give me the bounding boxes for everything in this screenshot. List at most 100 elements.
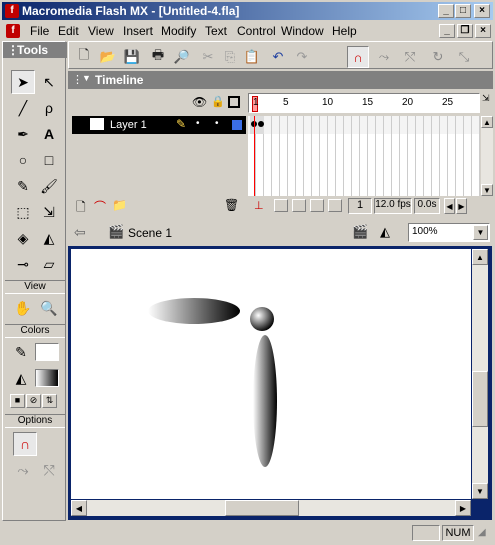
- visibility-dot[interactable]: •: [196, 118, 200, 129]
- timeline-vscroll[interactable]: ▲ ▼: [481, 116, 493, 196]
- title-bar[interactable]: f Macromedia Flash MX - [Untitled-4.fla]…: [2, 2, 493, 20]
- pen-tool[interactable]: ✒: [11, 122, 35, 146]
- layer-frames[interactable]: [248, 116, 480, 134]
- rectangle-tool[interactable]: □: [37, 148, 61, 172]
- print-preview-icon[interactable]: 🔎: [171, 46, 193, 68]
- fill-color-swatch[interactable]: [35, 369, 59, 387]
- text-tool[interactable]: A: [37, 122, 61, 146]
- chevron-down-icon[interactable]: ▼: [473, 225, 488, 240]
- frames-grid[interactable]: [248, 116, 480, 196]
- center-frame-icon[interactable]: ⊥: [254, 199, 264, 212]
- scroll-up-icon[interactable]: ▲: [481, 116, 493, 128]
- brush-tool[interactable]: 🖌: [37, 174, 61, 198]
- scroll-down-icon[interactable]: ▼: [481, 184, 493, 196]
- fill-transform-tool[interactable]: ⇲: [37, 200, 61, 224]
- snap-magnet-icon[interactable]: ∩: [13, 432, 37, 456]
- scroll-left-icon[interactable]: ◀: [444, 198, 455, 214]
- eraser-tool[interactable]: ▱: [37, 252, 61, 276]
- insert-folder-icon[interactable]: 📁: [112, 198, 127, 212]
- collapse-arrow-icon[interactable]: ▼: [82, 73, 91, 83]
- doc-close-button[interactable]: ×: [475, 24, 491, 38]
- rotate-icon[interactable]: ↻: [427, 46, 449, 68]
- layer-color-swatch[interactable]: [232, 120, 242, 130]
- frame-ruler[interactable]: 1 5 10 15 20 25: [248, 93, 480, 113]
- stage-hscroll[interactable]: ◀ ▶: [71, 500, 471, 516]
- pencil-tool[interactable]: ✎: [11, 174, 35, 198]
- ink-bottle-tool[interactable]: ◈: [11, 226, 35, 250]
- paint-bucket-tool[interactable]: ◭: [37, 226, 61, 250]
- edit-scene-icon[interactable]: 🎬: [352, 224, 368, 240]
- menu-window[interactable]: Window: [281, 24, 324, 38]
- timeline-menu-icon[interactable]: ⇲: [482, 93, 493, 113]
- cut-icon[interactable]: ✂: [197, 46, 219, 68]
- scroll-up-icon[interactable]: ▲: [472, 249, 488, 265]
- menu-text[interactable]: Text: [205, 24, 227, 38]
- menu-modify[interactable]: Modify: [161, 24, 196, 38]
- hscroll-thumb[interactable]: [225, 500, 299, 516]
- timeline-header[interactable]: ⋮ ▼ Timeline: [68, 71, 493, 89]
- vscroll-thumb[interactable]: [472, 371, 488, 427]
- arrow-tool[interactable]: ➤: [11, 70, 35, 94]
- print-icon[interactable]: 🖶: [147, 46, 169, 68]
- back-arrow-icon[interactable]: ⇦: [74, 224, 86, 241]
- snap-to-objects-icon[interactable]: ∩: [347, 46, 369, 68]
- menu-edit[interactable]: Edit: [58, 24, 79, 38]
- redo-icon[interactable]: ↷: [291, 46, 313, 68]
- swap-colors-button[interactable]: ⇅: [42, 394, 57, 408]
- stroke-color-swatch[interactable]: [35, 343, 59, 361]
- zoom-select[interactable]: 100% ▼: [408, 223, 490, 242]
- save-icon[interactable]: 💾: [121, 46, 143, 68]
- modify-markers-icon[interactable]: [328, 199, 342, 212]
- paste-icon[interactable]: 📋: [241, 46, 263, 68]
- line-tool[interactable]: ╱: [11, 96, 35, 120]
- onion-skin-icon[interactable]: [274, 199, 288, 212]
- onion-outline-icon[interactable]: [292, 199, 306, 212]
- scale-icon[interactable]: ⤡: [453, 46, 475, 68]
- outline-icon[interactable]: [228, 96, 240, 108]
- sphere-circle[interactable]: [250, 307, 274, 331]
- layer-name[interactable]: Layer 1: [110, 119, 147, 131]
- resize-grip-icon[interactable]: ◢: [478, 527, 486, 538]
- maximize-button[interactable]: □: [455, 4, 471, 18]
- edit-symbols-icon[interactable]: ◭: [380, 224, 390, 240]
- stage-canvas[interactable]: [71, 249, 471, 499]
- doc-minimize-button[interactable]: _: [439, 24, 455, 38]
- smooth-icon[interactable]: ⤳: [11, 458, 35, 482]
- stage-vscroll[interactable]: ▲ ▼: [472, 249, 488, 499]
- layer-row[interactable]: Layer 1 ✎ • •: [72, 116, 246, 134]
- lock-dot[interactable]: •: [215, 118, 219, 129]
- zoom-tool[interactable]: 🔍: [37, 296, 61, 320]
- subselect-tool[interactable]: ↖: [37, 70, 61, 94]
- menu-file[interactable]: File: [30, 24, 49, 38]
- new-icon[interactable]: 🗋: [73, 46, 95, 68]
- doc-restore-button[interactable]: ❐: [457, 24, 473, 38]
- oval-tool[interactable]: ○: [11, 148, 35, 172]
- menu-insert[interactable]: Insert: [123, 24, 153, 38]
- straighten-icon[interactable]: ⤲: [37, 458, 61, 482]
- menu-help[interactable]: Help: [332, 24, 357, 38]
- smooth-toolbar-icon[interactable]: ⤳: [373, 46, 395, 68]
- default-colors-button[interactable]: ■: [10, 394, 25, 408]
- eye-icon[interactable]: 👁: [192, 95, 207, 109]
- menu-control[interactable]: Control: [237, 24, 276, 38]
- close-button[interactable]: ×: [474, 4, 490, 18]
- eyedropper-tool[interactable]: ⊸: [11, 252, 35, 276]
- minimize-button[interactable]: _: [438, 4, 454, 18]
- no-color-button[interactable]: ⊘: [26, 394, 41, 408]
- horizontal-ellipse[interactable]: [148, 298, 240, 324]
- scroll-left-icon[interactable]: ◀: [71, 500, 87, 516]
- straighten-toolbar-icon[interactable]: ⤲: [399, 46, 421, 68]
- vertical-ellipse[interactable]: [253, 335, 277, 467]
- insert-layer-icon[interactable]: 🗋: [76, 198, 86, 219]
- tools-header[interactable]: ⋮ Tools: [3, 42, 67, 58]
- free-transform-tool[interactable]: ⬚: [11, 200, 35, 224]
- undo-icon[interactable]: ↶: [267, 46, 289, 68]
- edit-multiple-icon[interactable]: [310, 199, 324, 212]
- scroll-right-icon[interactable]: ▶: [455, 500, 471, 516]
- document-icon[interactable]: f: [6, 24, 20, 38]
- delete-layer-icon[interactable]: 🗑: [224, 198, 239, 212]
- hand-tool[interactable]: ✋: [11, 296, 35, 320]
- lasso-tool[interactable]: ρ: [37, 96, 61, 120]
- scroll-down-icon[interactable]: ▼: [472, 483, 488, 499]
- flash-app-icon[interactable]: f: [5, 4, 19, 18]
